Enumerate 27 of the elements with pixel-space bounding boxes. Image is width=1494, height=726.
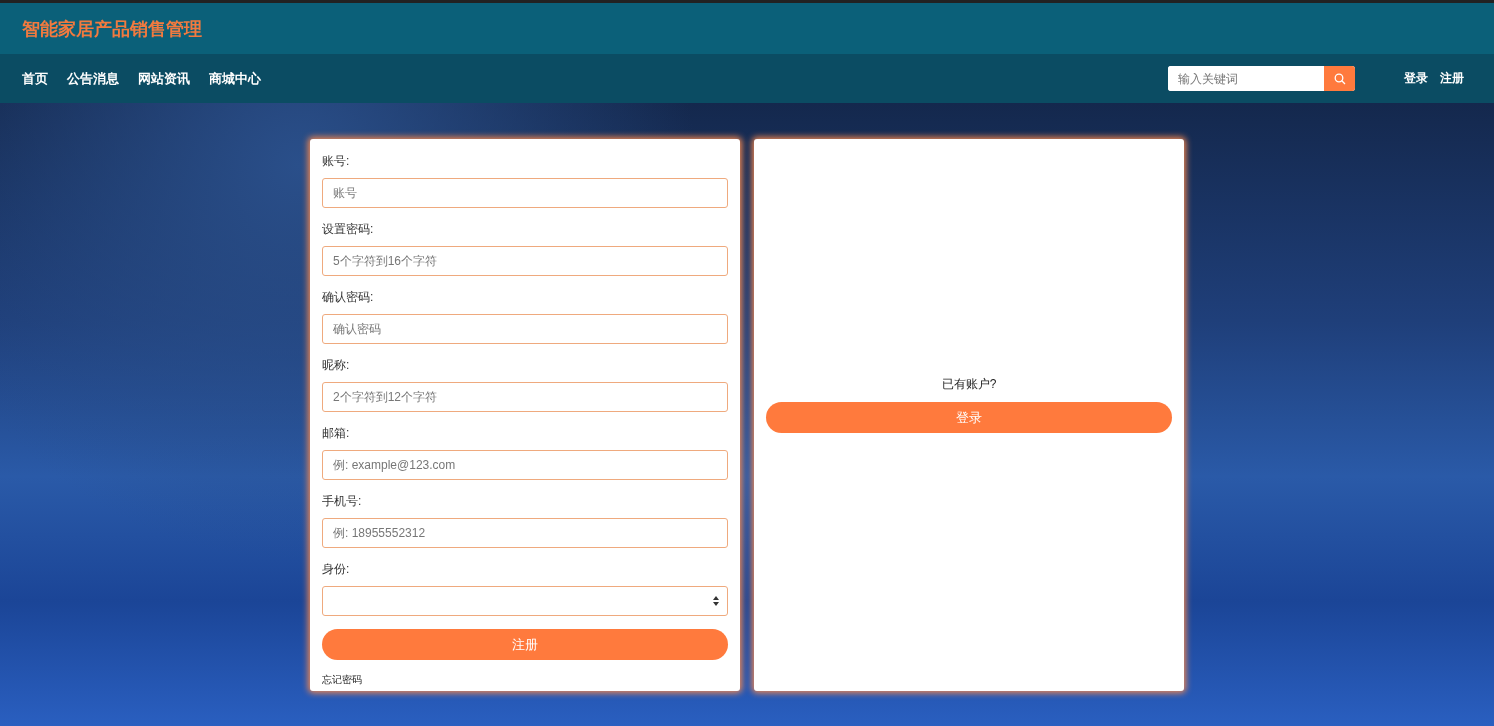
- search-icon: [1333, 72, 1346, 85]
- input-field[interactable]: 确认密码: [322, 314, 728, 344]
- field-label: 账号:: [322, 153, 351, 170]
- nav-link[interactable]: 商城中心: [209, 69, 261, 88]
- field-label: 邮箱:: [322, 425, 351, 442]
- field-label: 设置密码:: [322, 221, 375, 238]
- search-button[interactable]: [1324, 66, 1355, 91]
- field-label: 昵称:: [322, 357, 351, 374]
- input-field[interactable]: 2个字符到12个字符: [322, 382, 728, 412]
- input-field[interactable]: 5个字符到16个字符: [322, 246, 728, 276]
- input-field[interactable]: 账号: [322, 178, 728, 208]
- input-field[interactable]: 例: 18955552312: [322, 518, 728, 548]
- field-label: 身份:: [322, 561, 351, 578]
- sort-arrows-icon: [713, 596, 719, 606]
- login-prompt: 已有账户?: [941, 376, 997, 393]
- site-title: 智能家居产品销售管理: [22, 17, 202, 41]
- nav-link[interactable]: 公告消息: [67, 69, 119, 88]
- header-link[interactable]: 注册: [1440, 70, 1464, 87]
- forgot-password-link[interactable]: 忘记密码: [322, 673, 362, 687]
- field-label: 确认密码:: [322, 289, 375, 306]
- nav-link[interactable]: 网站资讯: [138, 69, 190, 88]
- field-label: 手机号:: [322, 493, 363, 510]
- input-field[interactable]: 例: example@123.com: [322, 450, 728, 480]
- nav-link[interactable]: 首页: [22, 69, 48, 88]
- select-field[interactable]: [322, 586, 728, 616]
- header-link[interactable]: 登录: [1404, 70, 1428, 87]
- search-field[interactable]: 输入关键词: [1168, 66, 1355, 91]
